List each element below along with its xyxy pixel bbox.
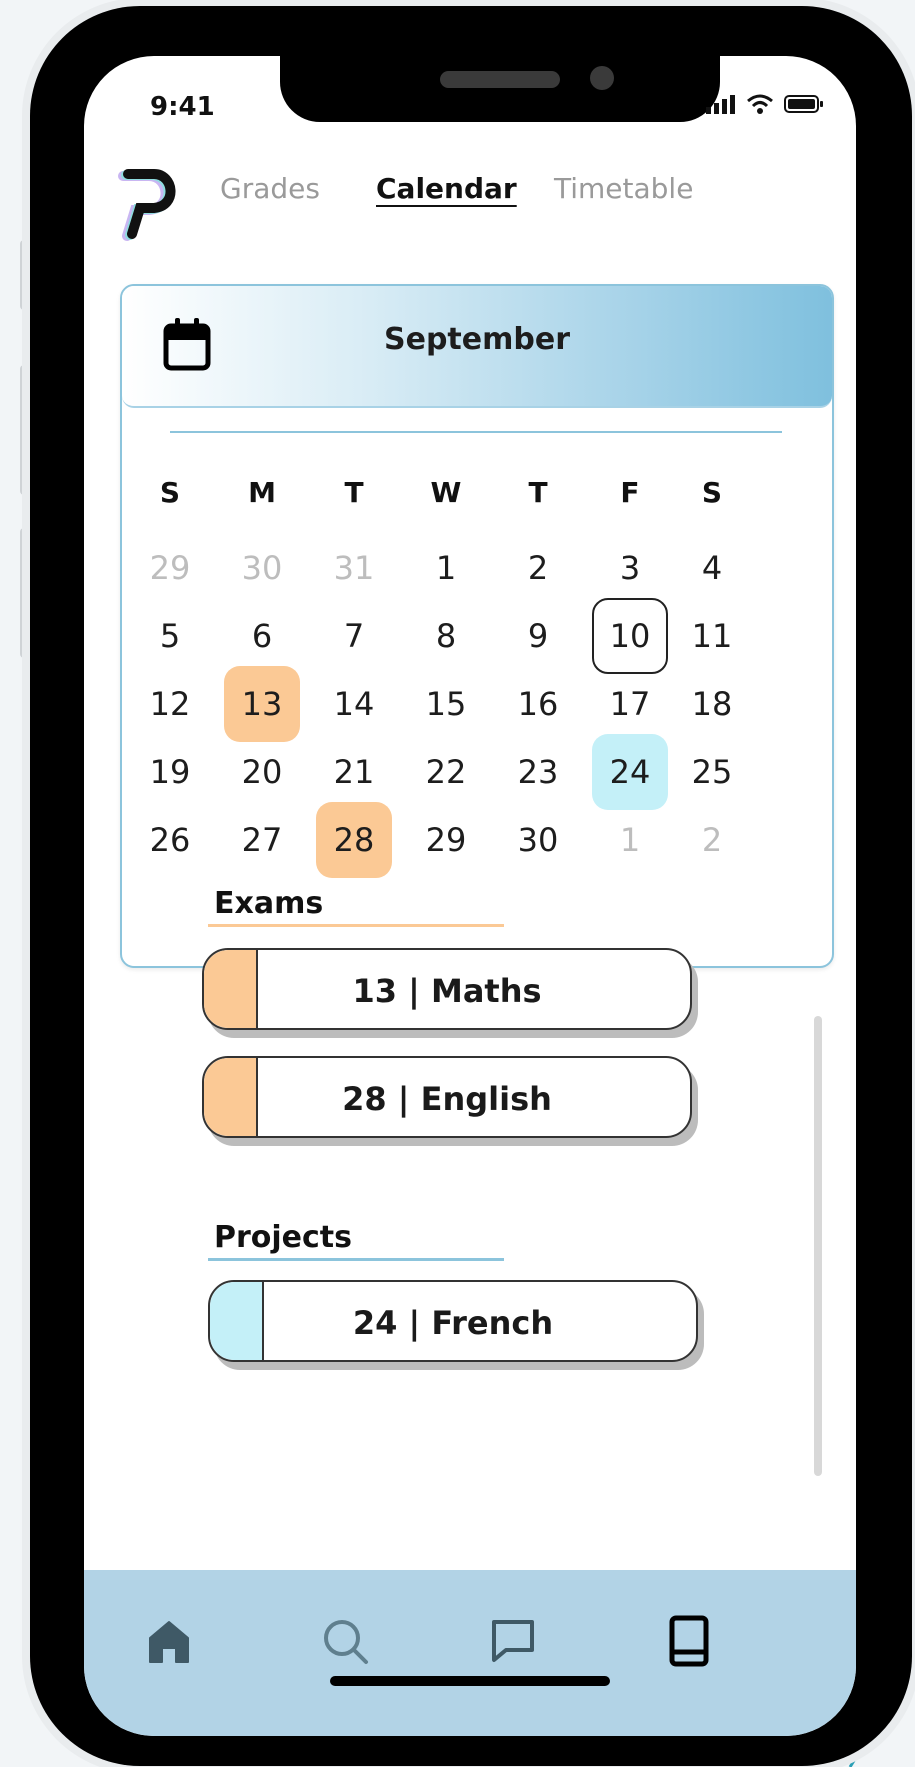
calendar-day[interactable]: 29	[408, 802, 484, 878]
calendar-card: September SMTWTFS 29 30 31 1 2 3 4 5 6 7 8 9 10 11 12 1…	[120, 284, 834, 968]
projects-title: Projects	[214, 1220, 353, 1255]
calendar-day[interactable]: 8	[408, 598, 484, 674]
calendar-day[interactable]: 2	[674, 802, 750, 878]
calendar-day[interactable]: 16	[500, 666, 576, 742]
calendar-day[interactable]: 12	[132, 666, 208, 742]
status-time: 9:41	[150, 92, 215, 122]
weekday-label: T	[528, 476, 548, 509]
exam-item[interactable]: 28 | English	[202, 1056, 692, 1138]
exam-item[interactable]: 13 | Maths	[202, 948, 692, 1030]
calendar-day[interactable]: 23	[500, 734, 576, 810]
calendar-day[interactable]: 17	[592, 666, 668, 742]
app-screen: 9:41 Grades Calendar Timetable September…	[84, 56, 856, 1736]
calendar-day[interactable]: 25	[674, 734, 750, 810]
calendar-day[interactable]: 6	[224, 598, 300, 674]
app-logo	[118, 169, 176, 241]
phone-frame: 9:41 Grades Calendar Timetable September…	[30, 6, 912, 1766]
wifi-icon	[747, 94, 773, 114]
project-item[interactable]: 24 | French	[208, 1280, 698, 1362]
calendar-day[interactable]: 15	[408, 666, 484, 742]
tab-timetable[interactable]: Timetable	[554, 172, 693, 205]
calendar-day[interactable]: 5	[132, 598, 208, 674]
search-icon[interactable]	[318, 1614, 372, 1668]
weekday-label: W	[430, 476, 462, 509]
calendar-day[interactable]: 14	[316, 666, 392, 742]
month-title: September	[384, 322, 570, 357]
weekday-label: T	[344, 476, 364, 509]
calendar-day[interactable]: 26	[132, 802, 208, 878]
home-icon[interactable]	[142, 1614, 196, 1668]
home-indicator	[330, 1676, 610, 1686]
calendar-day-exam[interactable]: 13	[224, 666, 300, 742]
weekday-label: M	[248, 476, 276, 509]
weekday-label: S	[159, 476, 181, 509]
calendar-divider	[170, 431, 782, 433]
calendar-day[interactable]: 21	[316, 734, 392, 810]
calendar-day[interactable]: 4	[674, 530, 750, 606]
tab-calendar[interactable]: Calendar	[376, 172, 517, 205]
calendar-day-exam[interactable]: 28	[316, 802, 392, 878]
calendar-day[interactable]: 19	[132, 734, 208, 810]
calendar-day[interactable]: 1	[408, 530, 484, 606]
status-icons	[706, 94, 824, 114]
calendar-day[interactable]: 3	[592, 530, 668, 606]
signal-icon	[706, 95, 735, 114]
speaker	[440, 71, 560, 88]
calendar-day[interactable]: 29	[132, 530, 208, 606]
notch	[280, 56, 720, 122]
calendar-day[interactable]: 27	[224, 802, 300, 878]
calendar-day[interactable]: 11	[674, 598, 750, 674]
exam-item-label: 13 | Maths	[352, 972, 542, 1010]
calendar-header: September	[122, 286, 832, 408]
exam-item-label: 28 | English	[342, 1080, 552, 1118]
calendar-day[interactable]: 18	[674, 666, 750, 742]
calendar-day[interactable]: 7	[316, 598, 392, 674]
battery-icon	[784, 95, 823, 113]
calendar-day[interactable]: 1	[592, 802, 668, 878]
chat-icon[interactable]	[486, 1614, 540, 1668]
calendar-day[interactable]: 2	[500, 530, 576, 606]
calendar-day-today[interactable]: 10	[592, 598, 668, 674]
calendar-day[interactable]: 30	[500, 802, 576, 878]
weekday-label: F	[620, 476, 640, 509]
calendar-day[interactable]: 9	[500, 598, 576, 674]
bottom-nav	[84, 1570, 856, 1736]
weekday-label: S	[701, 476, 723, 509]
tab-grades[interactable]: Grades	[220, 172, 320, 205]
scrollbar[interactable]	[814, 1016, 822, 1476]
project-item-label: 24 | French	[352, 1304, 554, 1342]
calendar-day[interactable]: 20	[224, 734, 300, 810]
calendar-day[interactable]: 30	[224, 530, 300, 606]
projects-underline	[208, 1258, 504, 1261]
exams-title: Exams	[214, 886, 324, 921]
exams-underline	[208, 924, 504, 927]
calendar-day[interactable]: 22	[408, 734, 484, 810]
book-icon[interactable]	[662, 1614, 716, 1668]
calendar-day[interactable]: 31	[316, 530, 392, 606]
calendar-day-project[interactable]: 24	[592, 734, 668, 810]
front-camera	[590, 66, 614, 90]
